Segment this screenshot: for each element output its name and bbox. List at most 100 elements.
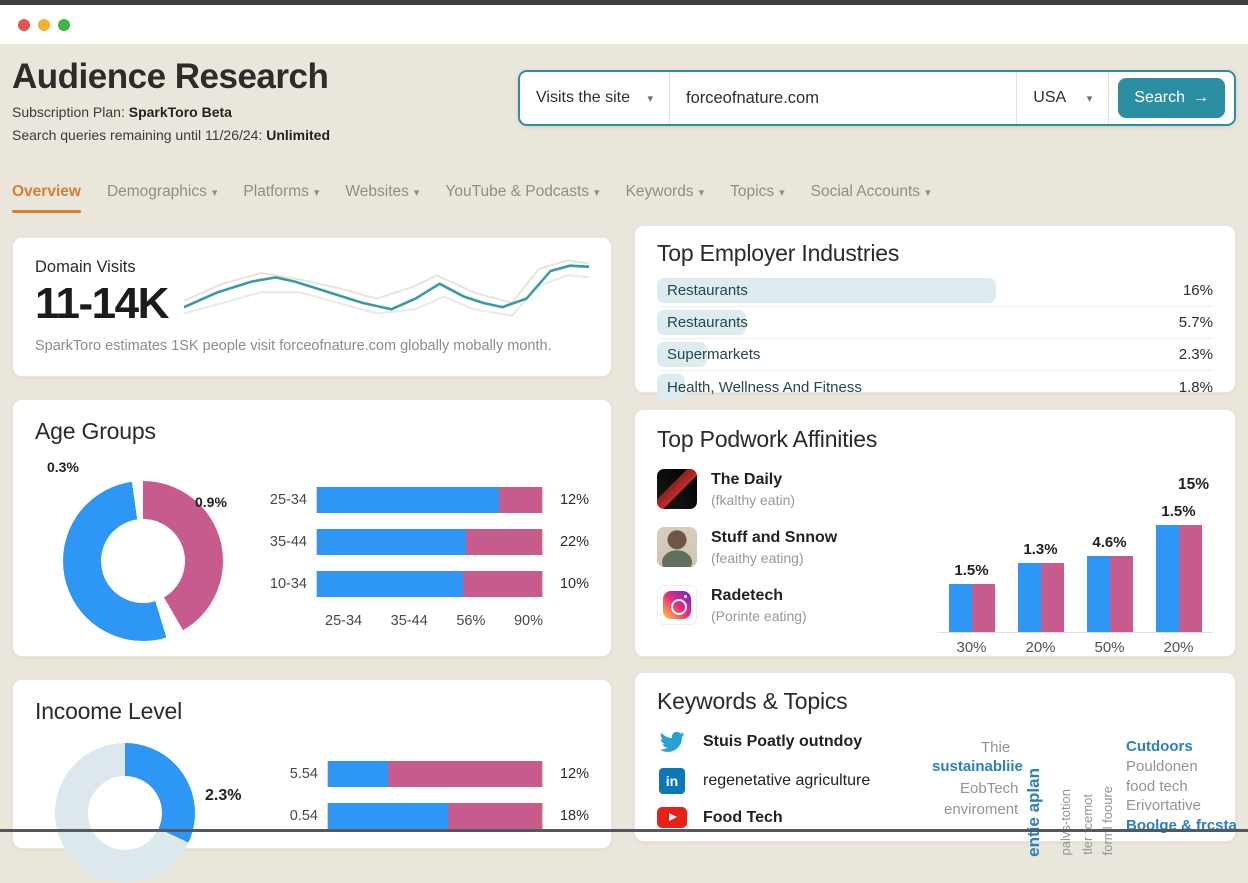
bar-pair [949, 584, 995, 633]
income-level-card: Incoome Level 2.3% 5.54 12% [12, 679, 612, 849]
cloud-word-vertical: palvs-totion [1058, 789, 1073, 855]
window-controls [18, 19, 70, 31]
tab-label: Overview [12, 183, 81, 201]
person-avatar [657, 527, 697, 567]
employer-industries-card: Top Employer Industries Restaurants 16% … [634, 225, 1236, 393]
age-bar-track [316, 529, 543, 555]
header-left: Audience Research Subscription Plan: Spa… [12, 57, 330, 143]
keyword-item[interactable]: regenetative agriculture [657, 768, 928, 794]
cloud-word: Cutdoors [1126, 738, 1193, 755]
age-donut-chart: 0.3% 0.9% [35, 459, 250, 644]
employer-industries-title: Top Employer Industries [657, 240, 1213, 267]
twitter-icon [657, 729, 687, 755]
queries-remaining-line: Search queries remaining until 11/26/24:… [12, 127, 330, 143]
cloud-word-vertical: entie aplan [1024, 768, 1044, 857]
income-donut-label: 2.3% [205, 787, 241, 805]
industry-value: 5.7% [1179, 314, 1213, 331]
region-select[interactable]: USA ▾ [1017, 72, 1109, 124]
age-donut-label-blue: 0.3% [47, 459, 79, 475]
bar-value-label: 1.5% [1161, 503, 1195, 520]
zoom-window-button[interactable] [58, 19, 70, 31]
industry-label: Restaurants [657, 314, 748, 331]
keywords-list: Stuis Poatly outndoy regenetative agricu… [657, 729, 928, 841]
minimize-window-button[interactable] [38, 19, 50, 31]
tab-platforms[interactable]: Platforms ▾ [243, 183, 319, 213]
axis-tick: 90% [514, 613, 543, 629]
affinity-item[interactable]: The Daily (fkalthy eatin) [657, 469, 937, 509]
search-input[interactable] [686, 89, 1000, 108]
age-bar-row: 10-34 10% [264, 571, 589, 597]
tab-topics[interactable]: Topics ▾ [730, 183, 784, 213]
domain-visits-value: 11-14K [35, 279, 168, 329]
domain-visits-card: Domain Visits 11-14K SparkToro estimates… [12, 237, 612, 377]
affinity-bar-group: 4.6% [1087, 485, 1133, 632]
keywords-topics-title: Keywords & Topics [657, 688, 1213, 715]
search-mode-select[interactable]: Visits the site ▾ [520, 72, 670, 124]
age-bar-blue-segment [317, 529, 466, 555]
income-bar-label: 5.54 [275, 766, 327, 782]
keyword-item[interactable]: Food Tech [657, 807, 928, 828]
tab-keywords[interactable]: Keywords ▾ [626, 183, 705, 213]
domain-visits-sparkline [184, 254, 589, 329]
age-x-axis: 25-34 35-44 56% 90% [325, 613, 543, 629]
page-title: Audience Research [12, 57, 330, 97]
income-bar-row: 5.54 12% [275, 761, 589, 787]
income-level-title: Incoome Level [35, 698, 589, 725]
tab-overview[interactable]: Overview [12, 183, 81, 213]
affinity-item[interactable]: Stuff and Snnow (feaithy eating) [657, 527, 937, 567]
cloud-word-vertical: forml fooure [1100, 786, 1115, 855]
age-bar-label: 35-44 [264, 534, 316, 550]
tab-label: Keywords [626, 183, 694, 201]
chevron-down-icon: ▾ [647, 92, 653, 105]
industry-value: 16% [1183, 282, 1213, 299]
industry-row[interactable]: Supermarkets 2.3% [657, 339, 1213, 371]
titlebar [0, 5, 1248, 45]
chevron-down-icon: ▾ [594, 186, 600, 199]
tab-demographics[interactable]: Demographics ▾ [107, 183, 217, 213]
podcast-affinities-card: Top Podwork Affinities 15% The Daily (fk… [634, 409, 1236, 657]
income-bar-row: 0.54 18% [275, 803, 589, 829]
search-input-wrap [670, 72, 1017, 124]
income-bar-pink-segment [448, 803, 542, 829]
plan-value: SparkToro Beta [129, 104, 232, 120]
affinity-bar-group: 1.3% [1018, 485, 1064, 632]
cloud-word: Pouldonen [1126, 758, 1198, 775]
age-bar-pink-segment [499, 487, 542, 513]
affinity-list: The Daily (fkalthy eatin) Stuff and Snno… [657, 469, 937, 656]
tab-youtube-podcasts[interactable]: YouTube & Podcasts ▾ [445, 183, 599, 213]
affinity-item[interactable]: Radetech (Porinte eating) [657, 585, 937, 625]
income-bar-label: 0.54 [275, 808, 327, 824]
search-button[interactable]: Search → [1118, 78, 1225, 118]
chevron-down-icon: ▾ [925, 186, 931, 199]
page-header: Audience Research Subscription Plan: Spa… [12, 57, 1236, 143]
linkedin-icon [657, 768, 687, 794]
age-groups-card: Age Groups 0.3% 0.9% 25-34 [12, 399, 612, 657]
axis-tick: 20% [1018, 639, 1064, 656]
age-bar-blue-segment [317, 571, 463, 597]
affinity-name: The Daily [711, 471, 795, 489]
industry-row[interactable]: Restaurants 5.7% [657, 307, 1213, 339]
affinity-subtitle: (feaithy eating) [711, 550, 837, 566]
affinity-bar-chart: 1.5% 1.3% 4.6% [937, 469, 1213, 656]
search-bar: Visits the site ▾ USA ▾ Search → [518, 70, 1236, 126]
industry-row[interactable]: Health, Wellness And Fitness 1.8% [657, 371, 1213, 403]
chevron-down-icon: ▾ [779, 186, 785, 199]
industry-row[interactable]: Restaurants 16% [657, 275, 1213, 307]
tab-social-accounts[interactable]: Social Accounts ▾ [811, 183, 931, 213]
affinity-subtitle: (Porinte eating) [711, 608, 807, 624]
keyword-item[interactable]: Stuis Poatly outndoy [657, 729, 928, 755]
queries-label: Search queries remaining until 11/26/24: [12, 127, 262, 143]
income-bar-blue-segment [328, 803, 448, 829]
industry-label: Supermarkets [657, 346, 760, 363]
industry-value: 2.3% [1179, 346, 1213, 363]
age-bar-track [316, 487, 543, 513]
income-bar-value: 12% [543, 766, 589, 782]
tab-label: Platforms [243, 183, 308, 201]
age-bar-track [316, 571, 543, 597]
tab-websites[interactable]: Websites ▾ [345, 183, 419, 213]
domain-visits-title: Domain Visits [35, 258, 168, 277]
bar-pair [1087, 556, 1133, 632]
bar-value-label: 1.3% [1023, 541, 1057, 558]
close-window-button[interactable] [18, 19, 30, 31]
chevron-down-icon: ▾ [414, 186, 420, 199]
